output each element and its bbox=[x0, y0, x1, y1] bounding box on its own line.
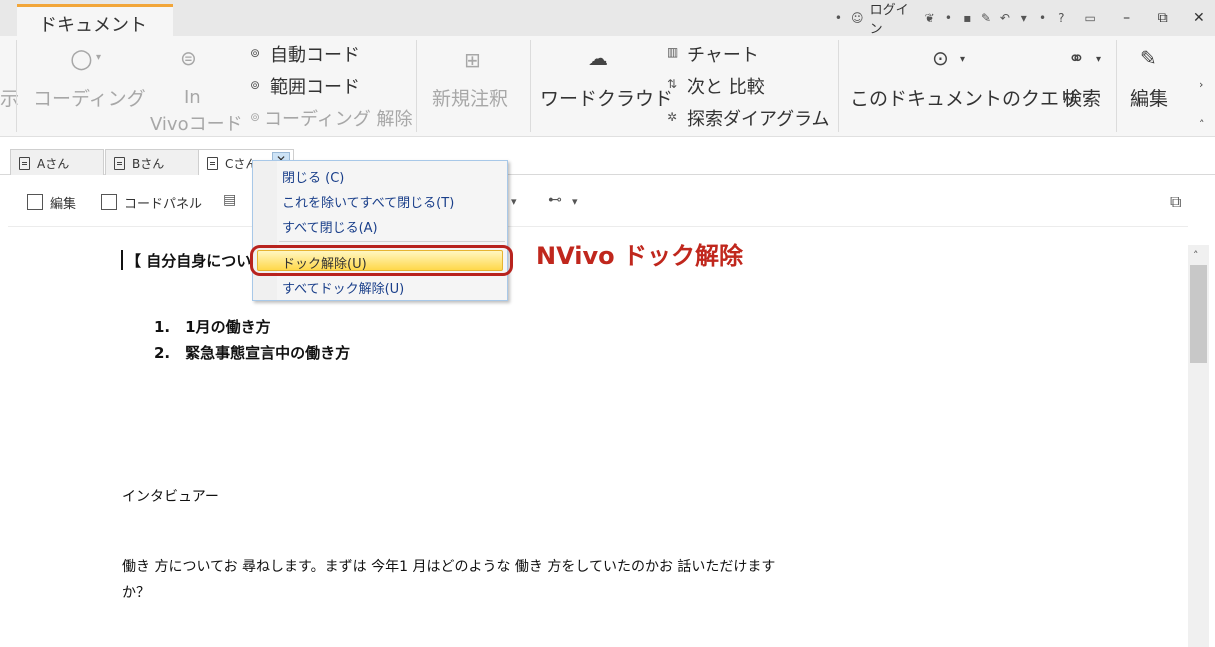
speaker-label: インタビュアー bbox=[122, 489, 219, 505]
ribbon-tab-label: ドキュメント bbox=[39, 15, 147, 36]
tab-b-san[interactable]: Bさん bbox=[105, 149, 199, 175]
new-annotation-button[interactable]: 新規注釈 bbox=[432, 84, 508, 111]
uncode-button[interactable]: コーディング 解除 bbox=[264, 105, 412, 131]
tab-a-san[interactable]: Aさん bbox=[10, 149, 104, 175]
ribbon: 示 ○ ▾ コーディング ⊜ In Vivoコード ⊚ 自動コード ⊚ 範囲コー… bbox=[0, 36, 1215, 137]
menu-icon-gutter bbox=[253, 161, 277, 300]
auto-code-button[interactable]: 自動コード bbox=[270, 41, 360, 67]
auto-code-icon: ⊚ bbox=[250, 46, 261, 60]
title-bar: ドキュメント • ☺ ログイン ❦ • ▪ ✎ ↶ ▾ • ? ▭ – ⧉ ✕ bbox=[0, 0, 1215, 37]
code-panel-checkbox-label: コードパネル bbox=[124, 197, 203, 212]
cloud-icon: ☁ bbox=[588, 46, 608, 70]
range-code-button[interactable]: 範囲コード bbox=[270, 73, 360, 99]
nvivo-window: ドキュメント • ☺ ログイン ❦ • ▪ ✎ ↶ ▾ • ? ▭ – ⧉ ✕ … bbox=[0, 0, 1215, 647]
undo-icon[interactable]: ↶ bbox=[998, 11, 1011, 25]
in-vivo-button-line2: Vivoコード bbox=[150, 114, 243, 135]
pencil-icon[interactable]: ✎ bbox=[980, 11, 993, 25]
chevron-down-icon: ▾ bbox=[96, 52, 102, 63]
edit-checkbox[interactable] bbox=[27, 194, 43, 210]
comment-icon[interactable]: ▤ bbox=[223, 192, 236, 208]
range-code-icon: ⊚ bbox=[250, 78, 261, 92]
list-item: 1. 1月の働き方 bbox=[154, 318, 271, 336]
query-document-button[interactable]: このドキュメントのクエリ bbox=[850, 84, 1078, 111]
document-icon bbox=[114, 157, 125, 170]
annotation-highlight-ring bbox=[250, 245, 513, 276]
chart-button[interactable]: チャート bbox=[687, 41, 759, 67]
question-text: 働き 方についてお 尋ねします。まずは 今年1 月はどのような 働き 方をしてい… bbox=[122, 559, 776, 575]
dot-icon: • bbox=[944, 11, 952, 25]
in-vivo-button[interactable]: In bbox=[184, 87, 201, 108]
tab-label: Bさん bbox=[132, 157, 165, 171]
compare-button[interactable]: 次と 比較 bbox=[687, 73, 765, 99]
question-text-continued: か？ bbox=[122, 585, 150, 601]
chevron-up-icon[interactable]: ˄ bbox=[1193, 249, 1199, 262]
binoculars-icon: ⚭ bbox=[1068, 46, 1085, 70]
dot-icon: • bbox=[1038, 11, 1047, 25]
ribbon-divider bbox=[16, 40, 17, 132]
document-body[interactable] bbox=[8, 226, 1188, 647]
evernote-icon[interactable]: ❦ bbox=[923, 11, 936, 25]
chevron-down-icon[interactable]: ▾ bbox=[511, 195, 517, 208]
document-heading: 【 自分自身につい bbox=[126, 252, 252, 270]
ribbon-tab-document[interactable]: ドキュメント bbox=[17, 4, 173, 36]
pencil-icon: ✎ bbox=[1140, 46, 1157, 70]
login-link[interactable]: ログイン bbox=[870, 0, 918, 37]
quick-access-toolbar: • ☺ ログイン ❦ • ▪ ✎ ↶ ▾ • ? ▭ – ⧉ ✕ bbox=[832, 3, 1215, 37]
dropdown-icon[interactable]: ▾ bbox=[1017, 11, 1030, 25]
text-caret bbox=[121, 250, 123, 270]
menu-item-close-others[interactable]: これを除いてすべて閉じる(T) bbox=[282, 192, 454, 211]
chevron-down-icon[interactable]: ▾ bbox=[572, 195, 578, 208]
chevron-down-icon: ▾ bbox=[960, 54, 966, 65]
word-cloud-button[interactable]: ワードクラウド bbox=[540, 84, 673, 111]
menu-item-close[interactable]: 閉じる (C) bbox=[282, 167, 344, 186]
coding-icon: ○ bbox=[70, 44, 93, 74]
edit-checkbox-label: 編集 bbox=[50, 197, 77, 212]
restore-button[interactable]: ⧉ bbox=[1153, 10, 1173, 26]
document-tab-strip: Aさん Bさん Cさん bbox=[0, 145, 1215, 175]
undock-window-icon[interactable]: ⧉ bbox=[1170, 192, 1181, 212]
chevron-up-icon[interactable]: ˄ bbox=[1199, 118, 1205, 131]
tab-context-menu: 閉じる (C) これを除いてすべて閉じる(T) すべて閉じる(A) ドック解除(… bbox=[252, 160, 508, 301]
explore-diagram-icon: ✲ bbox=[667, 110, 678, 124]
document-toolbar: 編集 コードパネル ▤ ▾ ⊷ ▾ ⧉ bbox=[0, 176, 1215, 224]
close-window-button[interactable]: ✕ bbox=[1189, 10, 1209, 26]
document-icon bbox=[19, 157, 30, 170]
in-vivo-icon: ⊜ bbox=[180, 46, 197, 70]
menu-separator bbox=[279, 241, 505, 242]
comment-icon[interactable]: ▭ bbox=[1084, 11, 1097, 25]
ribbon-divider bbox=[1116, 40, 1117, 132]
ribbon-divider bbox=[530, 40, 531, 132]
scrollbar-thumb[interactable] bbox=[1190, 265, 1207, 363]
menu-item-close-all[interactable]: すべて閉じる(A) bbox=[282, 217, 378, 236]
chart-icon: ▥ bbox=[667, 45, 679, 59]
chevron-down-icon: ▾ bbox=[1096, 54, 1102, 65]
save-icon[interactable]: ▪ bbox=[961, 11, 974, 25]
explore-diagram-button[interactable]: 探索ダイアグラム bbox=[687, 105, 830, 131]
annotation-label: NVivo ドック解除 bbox=[536, 242, 743, 270]
new-annotation-icon: ⊞ bbox=[464, 48, 481, 72]
document-icon bbox=[207, 157, 218, 170]
minimize-button[interactable]: – bbox=[1117, 10, 1137, 26]
ribbon-divider bbox=[838, 40, 839, 132]
code-panel-checkbox[interactable] bbox=[101, 194, 117, 210]
ribbon-scroller[interactable]: › ˄ bbox=[1197, 38, 1211, 134]
uncode-icon: ⊚ bbox=[250, 110, 261, 124]
vertical-scrollbar[interactable]: ˄ bbox=[1188, 245, 1209, 647]
edit-button[interactable]: 編集 bbox=[1130, 84, 1168, 111]
dot-icon: • bbox=[834, 11, 842, 25]
compare-icon: ⇅ bbox=[667, 77, 678, 91]
user-icon: ☺ bbox=[850, 11, 864, 25]
help-button[interactable]: ? bbox=[1055, 11, 1068, 25]
coding-button[interactable]: コーディング bbox=[33, 84, 146, 111]
search-button[interactable]: 検索 bbox=[1063, 84, 1101, 111]
chevron-right-icon[interactable]: › bbox=[1199, 78, 1203, 91]
query-icon: ⊙ bbox=[932, 46, 949, 70]
link-icon[interactable]: ⊷ bbox=[548, 192, 562, 208]
menu-item-undock-all[interactable]: すべてドック解除(U) bbox=[282, 278, 404, 297]
list-item: 2. 緊急事態宣言中の働き方 bbox=[154, 344, 351, 362]
ribbon-divider bbox=[416, 40, 417, 132]
tab-label: Aさん bbox=[37, 157, 70, 171]
